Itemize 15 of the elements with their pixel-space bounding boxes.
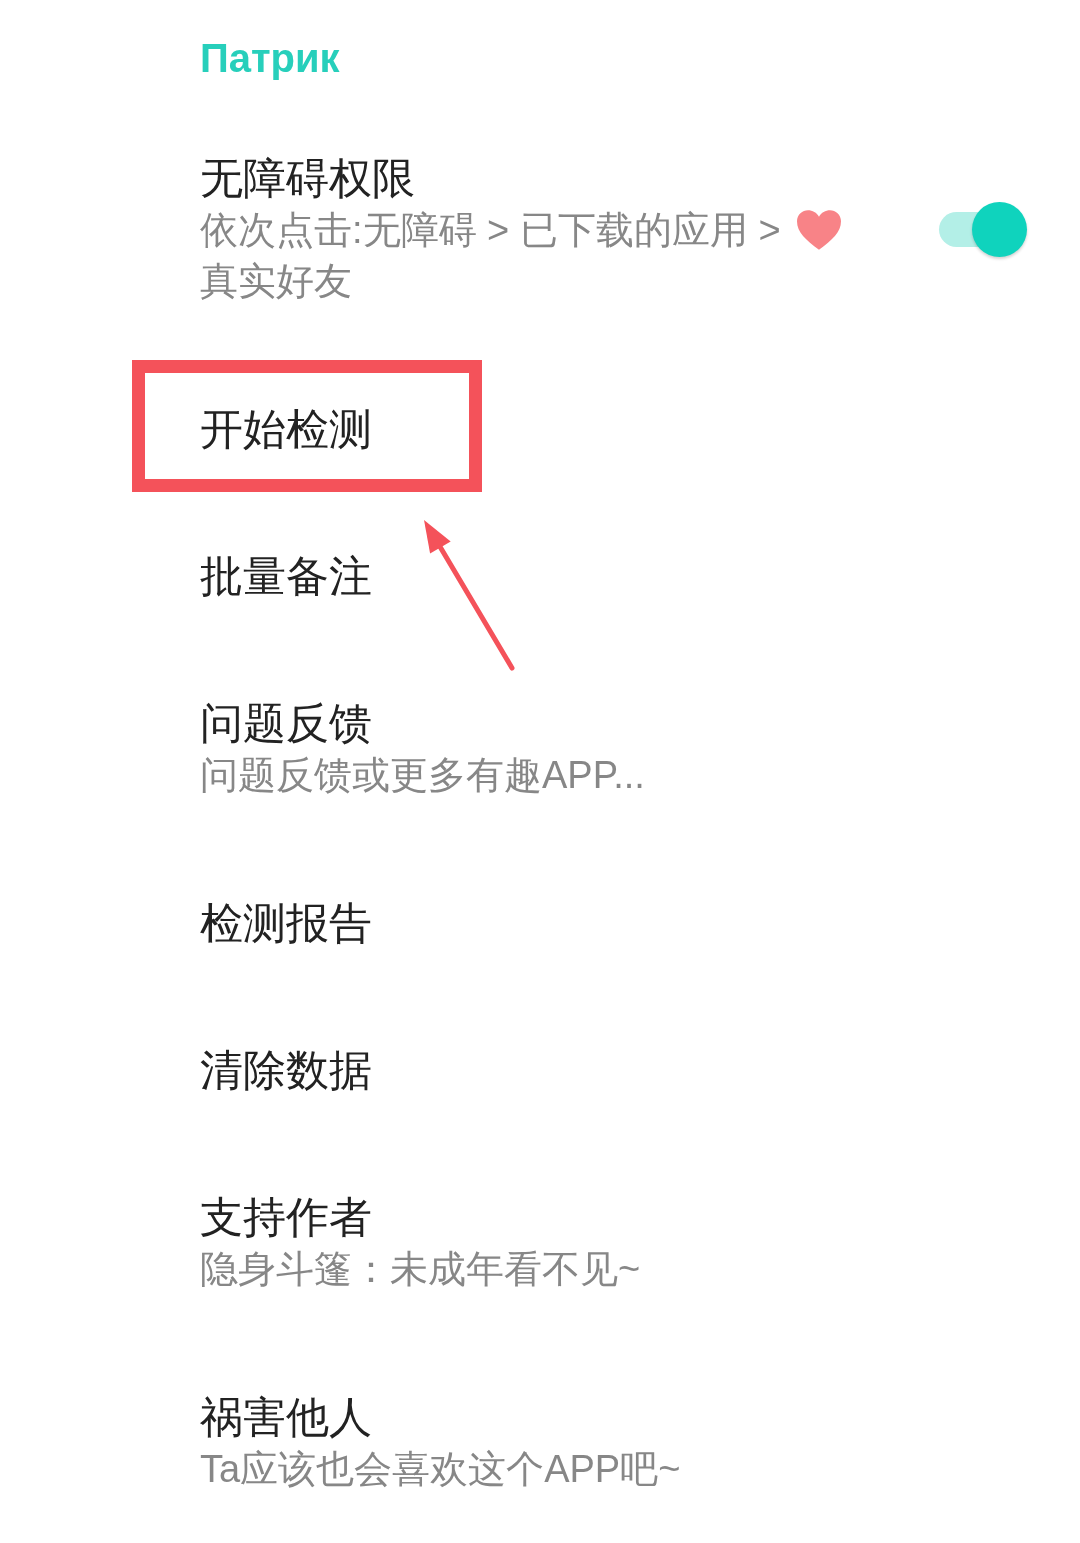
setting-title[interactable]: 开始检测 bbox=[200, 403, 372, 454]
setting-description: 依次点击:无障碍 > 已下载的应用 > bbox=[200, 207, 781, 253]
setting-description: 隐身斗篷：未成年看不见~ bbox=[200, 1246, 641, 1292]
toggle-switch[interactable] bbox=[939, 202, 1027, 257]
setting-title[interactable]: 祸害他人 bbox=[200, 1391, 372, 1442]
setting-title[interactable]: 支持作者 bbox=[200, 1191, 372, 1242]
setting-title[interactable]: 无障碍权限 bbox=[200, 152, 415, 203]
setting-title[interactable]: 批量备注 bbox=[200, 550, 372, 601]
setting-description: 真实好友 bbox=[200, 258, 352, 304]
section-header: Патрик bbox=[200, 35, 340, 82]
setting-title[interactable]: 检测报告 bbox=[200, 897, 372, 948]
setting-title[interactable]: 清除数据 bbox=[200, 1044, 372, 1095]
setting-description: 问题反馈或更多有趣APP... bbox=[200, 752, 645, 798]
setting-title[interactable]: 问题反馈 bbox=[200, 697, 372, 748]
setting-description: Ta应该也会喜欢这个APP吧~ bbox=[200, 1446, 681, 1492]
